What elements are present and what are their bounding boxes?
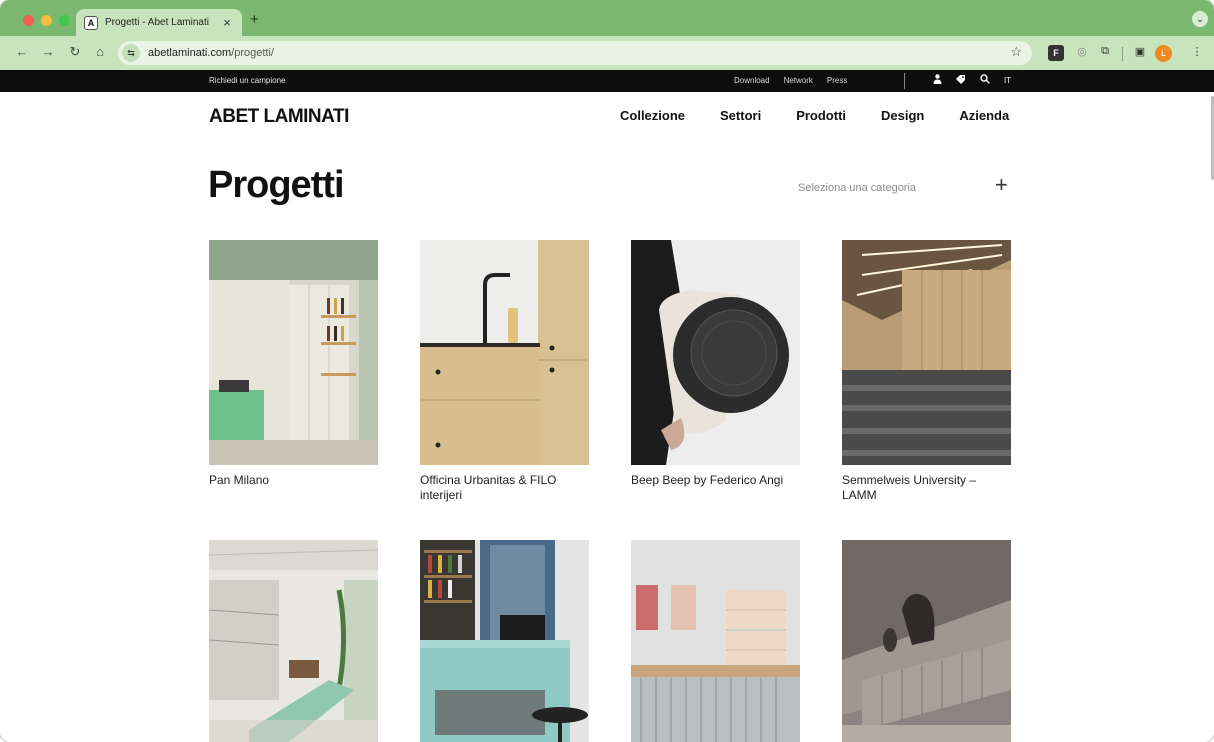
project-title[interactable]: Officina Urbanitas & FILO interijeri: [420, 473, 589, 503]
site-utility-bar: Richiedi un campione Download Network Pr…: [0, 70, 1214, 92]
minimize-window-button[interactable]: [41, 15, 52, 26]
project-card[interactable]: Pan Milano: [209, 240, 378, 488]
profile-avatar[interactable]: L: [1155, 45, 1172, 62]
project-title[interactable]: Semmelweis University – LAMM: [842, 473, 1011, 503]
extensions-puzzle-icon[interactable]: ⧉: [1097, 45, 1113, 61]
project-card[interactable]: [631, 540, 800, 742]
site-logo[interactable]: ABET LAMINATI: [209, 106, 349, 128]
address-bar[interactable]: ⇆ abetlaminati.com/progetti/ ☆: [118, 41, 1032, 65]
user-icon[interactable]: [933, 74, 942, 87]
toolbar-divider: [1122, 47, 1123, 61]
browser-toolbar: ← → ↻ ⌂ ⇆ abetlaminati.com/progetti/ ☆ F…: [0, 36, 1214, 70]
nav-prodotti[interactable]: Prodotti: [796, 108, 846, 123]
download-link[interactable]: Download: [734, 76, 770, 85]
project-image[interactable]: [209, 240, 378, 465]
back-icon[interactable]: ←: [14, 44, 30, 59]
project-image[interactable]: [842, 540, 1011, 742]
tab-search-icon[interactable]: ⌄: [1192, 11, 1208, 27]
maximize-window-button[interactable]: [59, 15, 70, 26]
category-select[interactable]: Seleziona una categoria: [798, 182, 916, 194]
project-card[interactable]: [842, 540, 1011, 742]
project-image[interactable]: [842, 240, 1011, 465]
page-title: Progetti: [208, 164, 345, 206]
utility-divider: [904, 73, 905, 89]
network-link[interactable]: Network: [784, 76, 813, 85]
project-title[interactable]: Beep Beep by Federico Angi: [631, 473, 800, 488]
camera-extension-icon[interactable]: ◎: [1074, 45, 1090, 61]
utility-links: Download Network Press: [734, 76, 861, 85]
language-selector[interactable]: IT: [1004, 76, 1011, 85]
press-link[interactable]: Press: [827, 76, 847, 85]
nav-azienda[interactable]: Azienda: [959, 108, 1009, 123]
sample-tag-icon[interactable]: [955, 74, 966, 88]
search-icon[interactable]: [980, 74, 990, 87]
nav-settori[interactable]: Settori: [720, 108, 761, 123]
category-expand-icon[interactable]: +: [995, 174, 1008, 196]
reload-icon[interactable]: ↻: [67, 44, 83, 60]
side-panel-icon[interactable]: ▣: [1132, 45, 1148, 61]
tab-strip: A Progetti - Abet Laminati × + ⌄: [0, 0, 1214, 36]
bookmark-star-icon[interactable]: ☆: [1010, 44, 1022, 60]
tab-title: Progetti - Abet Laminati: [105, 17, 209, 28]
project-card[interactable]: [209, 540, 378, 742]
project-image[interactable]: [631, 240, 800, 465]
project-title[interactable]: Pan Milano: [209, 473, 378, 488]
home-icon[interactable]: ⌂: [92, 44, 108, 59]
new-tab-button[interactable]: +: [250, 11, 259, 28]
nav-design[interactable]: Design: [881, 108, 924, 123]
project-card[interactable]: Semmelweis University – LAMM: [842, 240, 1011, 503]
forward-icon[interactable]: →: [40, 44, 56, 59]
project-card[interactable]: Officina Urbanitas & FILO interijeri: [420, 240, 589, 503]
more-menu-icon[interactable]: ⋮: [1189, 45, 1205, 61]
project-image[interactable]: [209, 540, 378, 742]
main-nav: Collezione Settori Prodotti Design Azien…: [620, 108, 1009, 123]
close-window-button[interactable]: [23, 15, 34, 26]
request-sample-link[interactable]: Richiedi un campione: [209, 76, 286, 85]
browser-tab-active[interactable]: A Progetti - Abet Laminati ×: [76, 9, 242, 36]
project-image[interactable]: [631, 540, 800, 742]
favicon-icon: A: [84, 15, 98, 30]
browser-window: A Progetti - Abet Laminati × + ⌄ ← → ↻ ⌂…: [0, 0, 1214, 742]
pdf-extension-icon[interactable]: F: [1048, 45, 1064, 61]
nav-collezione[interactable]: Collezione: [620, 108, 685, 123]
url-text: abetlaminati.com/progetti/: [148, 47, 274, 59]
project-image[interactable]: [420, 540, 589, 742]
close-tab-icon[interactable]: ×: [220, 15, 234, 30]
project-card[interactable]: Beep Beep by Federico Angi: [631, 240, 800, 488]
project-image[interactable]: [420, 240, 589, 465]
project-card[interactable]: [420, 540, 589, 742]
site-info-icon[interactable]: ⇆: [122, 44, 140, 62]
